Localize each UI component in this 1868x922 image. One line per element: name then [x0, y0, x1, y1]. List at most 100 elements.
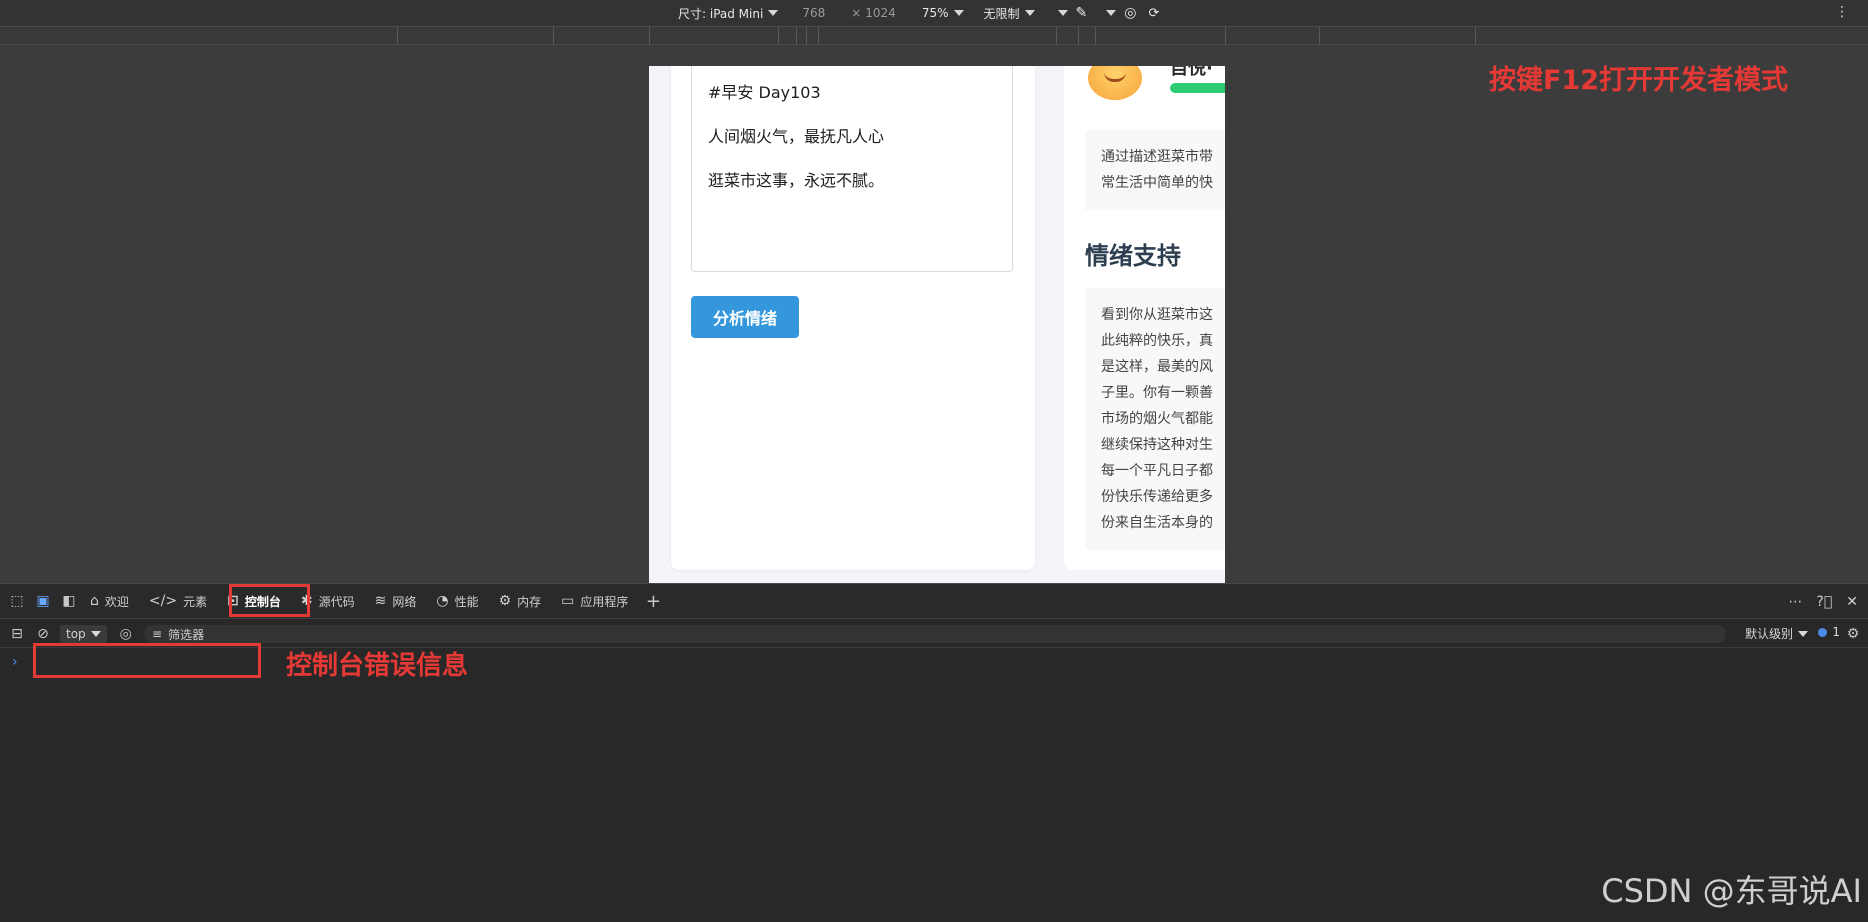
ruler-tick [1056, 27, 1057, 45]
add-tab-icon[interactable]: + [642, 590, 664, 612]
tab-application[interactable]: ▭ 应用程序 [551, 584, 638, 619]
context-label: top [66, 626, 86, 641]
input-card: #早安 Day103 人间烟火气，最抚凡人心 逛菜市这事，永远不腻。 分析情绪 [671, 66, 1035, 570]
console-prompt[interactable]: › [12, 654, 18, 670]
ruler-tick [553, 27, 554, 45]
ruler-tick [778, 27, 779, 45]
console-error-annotation: 控制台错误信息 [286, 651, 469, 681]
ruler-tick [806, 27, 807, 45]
dock-icon[interactable]: ◧ [58, 590, 80, 612]
console-tab-highlight-box [229, 584, 310, 617]
tab-label: 性能 [454, 594, 479, 609]
ruler-tick [1078, 27, 1079, 45]
media-query-ruler [0, 26, 1868, 45]
kebab-menu-icon[interactable]: ⋮ [1835, 4, 1849, 20]
more-options-dropdown[interactable] [1053, 10, 1068, 16]
eye-icon[interactable]: ◎ [1124, 5, 1136, 21]
help-icon[interactable]: ?⃝ [1816, 594, 1832, 610]
support-line: 子里。你有一颗善 [1101, 385, 1213, 401]
more-tools-icon[interactable]: ⋯ [1788, 594, 1802, 610]
gauge-icon: ◔ [436, 593, 449, 609]
support-text-box: 看到你从逛菜市这 此纯粹的快乐，真 是这样，最美的风 子里。你有一颗善 市场的烟… [1085, 288, 1225, 550]
width-input[interactable]: 768 [802, 6, 825, 20]
height-input[interactable]: 1024 [865, 6, 896, 20]
support-line: 市场的烟火气都能 [1101, 411, 1213, 427]
ruler-tick [818, 27, 819, 45]
chevron-down-icon [1024, 10, 1035, 16]
diary-textarea[interactable]: #早安 Day103 人间烟火气，最抚凡人心 逛菜市这事，永远不腻。 [691, 66, 1013, 272]
support-line: 份快乐传递给更多 [1101, 489, 1213, 505]
clear-console-icon[interactable]: ⊘ [32, 623, 54, 645]
tab-welcome[interactable]: ⌂ 欢迎 [80, 584, 139, 619]
textarea-line: 人间烟火气，最抚凡人心 [708, 127, 885, 146]
device-toolbar: 尺寸: iPad Mini 768 × 1024 75% 无限制 ✎ ◎ ⟳ ⋮ [0, 0, 1868, 26]
gear-icon[interactable]: ⚙ [1842, 623, 1864, 645]
f12-annotation: 按键F12打开开发者模式 [1489, 65, 1789, 96]
tab-performance[interactable]: ◔ 性能 [426, 584, 488, 619]
textarea-line: 逛菜市这事，永远不腻。 [708, 171, 885, 190]
tab-label: 源代码 [318, 594, 355, 609]
rotate-icon[interactable]: ⟳ [1148, 6, 1159, 21]
ruler-tick [1095, 27, 1096, 45]
console-error-highlight-box [33, 643, 261, 678]
gear-icon: ⚙ [498, 593, 512, 609]
ruler-tick [1319, 27, 1320, 45]
tab-elements[interactable]: </> 元素 [139, 584, 217, 619]
tab-memory[interactable]: ⚙ 内存 [489, 584, 552, 619]
chevron-down-icon [1106, 10, 1117, 16]
support-line: 继续保持这种对生 [1101, 437, 1213, 453]
device-dimensions-label: 尺寸: iPad Mini [678, 6, 764, 21]
inspect-icon[interactable]: ⬚ [6, 590, 28, 612]
eye-icon[interactable]: ◎ [115, 623, 137, 645]
result-card: 自悦· 通过描述逛菜市带 常生活中简单的快 情绪支持 看到你从逛菜市这 此纯粹的… [1064, 66, 1225, 570]
chevron-down-icon [1798, 630, 1808, 637]
issues-counter[interactable]: 1 [1818, 625, 1840, 639]
chevron-down-icon [1057, 10, 1068, 16]
emotion-label: 自悦· [1170, 66, 1213, 79]
console-toolbar: ⊟ ⊘ top ◎ ≡ 筛选器 默认级别 1 ⚙ [0, 620, 1868, 648]
tab-label: 应用程序 [580, 594, 629, 609]
app-icon: ▭ [561, 593, 575, 609]
textarea-line: #早安 Day103 [708, 83, 821, 102]
emotion-description-box: 通过描述逛菜市带 常生活中简单的快 [1085, 130, 1225, 210]
support-line: 每一个平凡日子都 [1101, 463, 1213, 479]
support-line: 此纯粹的快乐，真 [1101, 333, 1213, 349]
support-line: 是这样，最美的风 [1101, 359, 1213, 375]
times-label: × [851, 6, 862, 20]
tab-label: 元素 [183, 594, 208, 609]
ruler-tick [1225, 27, 1226, 45]
ruler-tick [796, 27, 797, 45]
sidebar-toggle-icon[interactable]: ⊟ [6, 623, 28, 645]
throttle-select[interactable]: 无限制 [984, 5, 1035, 22]
ruler-tick [649, 27, 650, 45]
description-line: 通过描述逛菜市带 [1101, 149, 1213, 165]
tab-label: 网络 [392, 594, 417, 609]
device-viewport: #早安 Day103 人间烟火气，最抚凡人心 逛菜市这事，永远不腻。 分析情绪 … [649, 66, 1225, 583]
tab-label: 欢迎 [104, 594, 129, 609]
device-dimensions-select[interactable]: 尺寸: iPad Mini [678, 5, 779, 22]
analyze-emotion-button[interactable]: 分析情绪 [691, 296, 799, 338]
code-icon: </> [148, 593, 178, 609]
devtools-panel: ⬚ ▣ ◧ ⌂ 欢迎 </> 元素 ⊡ 控制台 ✱ 源代码 ≋ 网络 ◔ 性能 ⚙ 内存 ▭ 应… [0, 583, 1868, 922]
filter-input[interactable]: ≡ 筛选器 [144, 625, 1726, 643]
zoom-select[interactable]: 75% [922, 6, 964, 20]
ruler-tick [397, 27, 398, 45]
emotion-score-bar [1170, 83, 1225, 93]
support-title: 情绪支持 [1085, 242, 1181, 270]
tab-network[interactable]: ≋ 网络 [365, 584, 427, 619]
smile-mouth [1104, 72, 1126, 82]
context-select[interactable]: top [60, 624, 107, 643]
support-line: 份来自生活本身的 [1101, 515, 1213, 531]
chevron-down-icon [953, 10, 964, 16]
sensors-dropdown[interactable] [1101, 10, 1117, 16]
log-levels-select[interactable]: 默认级别 [1745, 625, 1808, 642]
device-toggle-icon[interactable]: ▣ [32, 590, 54, 612]
issues-count: 1 [1832, 625, 1840, 639]
zoom-label: 75% [921, 6, 949, 20]
close-icon[interactable]: ✕ [1846, 594, 1858, 610]
chevron-down-icon [90, 630, 101, 637]
tab-label: 内存 [517, 594, 542, 609]
filter-placeholder: 筛选器 [168, 627, 205, 642]
watermark: CSDN @东哥说AI [1601, 872, 1862, 910]
eyedropper-icon[interactable]: ✎ [1076, 5, 1088, 21]
